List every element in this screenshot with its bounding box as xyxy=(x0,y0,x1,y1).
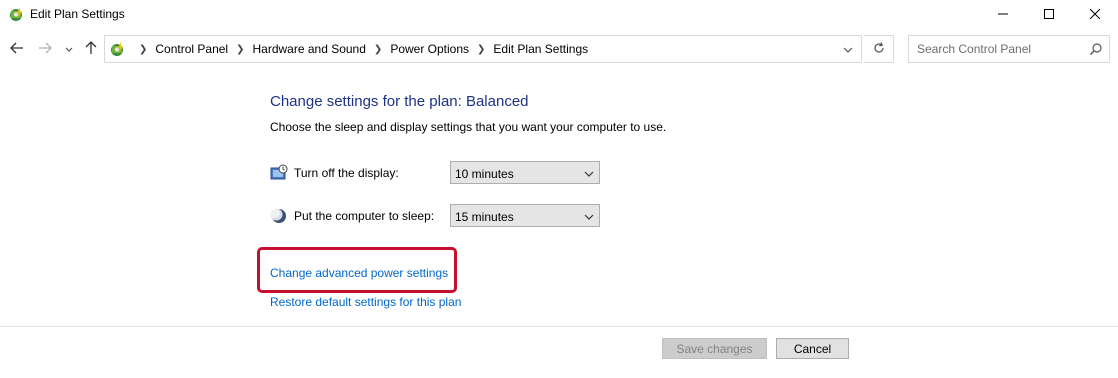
breadcrumb-item-control-panel[interactable]: Control Panel xyxy=(155,42,228,56)
search-input[interactable] xyxy=(909,36,1085,62)
display-timeout-value: 10 minutes xyxy=(455,167,514,181)
sleep-timeout-select[interactable]: 15 minutes xyxy=(450,204,600,227)
navigation-bar: ❯ Control Panel ❯ Hardware and Sound ❯ P… xyxy=(0,33,1118,65)
up-arrow-icon xyxy=(85,40,97,58)
chevron-right-icon[interactable]: ❯ xyxy=(374,44,382,55)
back-button[interactable] xyxy=(8,39,26,59)
refresh-button[interactable] xyxy=(864,35,894,63)
address-bar[interactable]: ❯ Control Panel ❯ Hardware and Sound ❯ P… xyxy=(104,35,862,63)
window-title: Edit Plan Settings xyxy=(30,7,125,21)
forward-arrow-icon xyxy=(38,42,52,57)
chevron-right-icon: ❯ xyxy=(139,43,148,55)
display-timeout-select[interactable]: 10 minutes xyxy=(450,161,600,184)
setting-row-sleep: Put the computer to sleep: 15 minutes xyxy=(269,204,610,228)
chevron-right-icon[interactable]: ❯ xyxy=(236,44,244,55)
close-button[interactable] xyxy=(1072,0,1118,30)
forward-button[interactable] xyxy=(36,39,54,59)
page-description: Choose the sleep and display settings th… xyxy=(270,120,667,134)
power-options-icon xyxy=(109,41,125,57)
chevron-down-icon xyxy=(843,42,853,56)
breadcrumb-item-power-options[interactable]: Power Options xyxy=(390,42,469,56)
minimize-icon xyxy=(998,8,1008,22)
display-timeout-label: Turn off the display: xyxy=(294,166,399,180)
up-button[interactable] xyxy=(82,39,100,59)
footer-divider xyxy=(0,326,1118,327)
setting-row-display: Turn off the display: 10 minutes xyxy=(270,161,610,185)
sleep-timeout-label: Put the computer to sleep: xyxy=(294,209,435,223)
breadcrumb-item-hardware-and-sound[interactable]: Hardware and Sound xyxy=(253,42,366,56)
address-history-button[interactable] xyxy=(835,36,861,62)
chevron-down-icon xyxy=(65,42,73,56)
breadcrumb-item-edit-plan-settings[interactable]: Edit Plan Settings xyxy=(493,42,588,56)
sleep-moon-icon xyxy=(269,207,288,225)
back-arrow-icon xyxy=(10,42,24,57)
change-advanced-power-settings-link[interactable]: Change advanced power settings xyxy=(270,266,448,280)
save-changes-button[interactable]: Save changes xyxy=(662,338,767,359)
close-icon xyxy=(1089,8,1101,22)
search-icon[interactable] xyxy=(1089,42,1103,56)
cancel-button[interactable]: Cancel xyxy=(776,338,849,359)
restore-default-settings-link[interactable]: Restore default settings for this plan xyxy=(270,295,461,309)
chevron-right-icon[interactable]: ❯ xyxy=(477,44,485,55)
refresh-icon xyxy=(873,41,885,57)
maximize-button[interactable] xyxy=(1026,0,1072,30)
power-options-icon xyxy=(8,6,24,22)
sleep-timeout-value: 15 minutes xyxy=(455,210,514,224)
minimize-button[interactable] xyxy=(980,0,1026,30)
page-title: Change settings for the plan: Balanced xyxy=(270,93,529,110)
recent-locations-button[interactable] xyxy=(62,39,76,59)
chevron-down-icon xyxy=(584,168,594,178)
search-box[interactable] xyxy=(908,35,1110,63)
display-icon xyxy=(270,164,288,182)
breadcrumb: ❯ Control Panel ❯ Hardware and Sound ❯ P… xyxy=(131,42,588,56)
chevron-down-icon xyxy=(584,211,594,221)
title-bar: Edit Plan Settings xyxy=(0,0,1118,30)
maximize-icon xyxy=(1044,8,1054,22)
